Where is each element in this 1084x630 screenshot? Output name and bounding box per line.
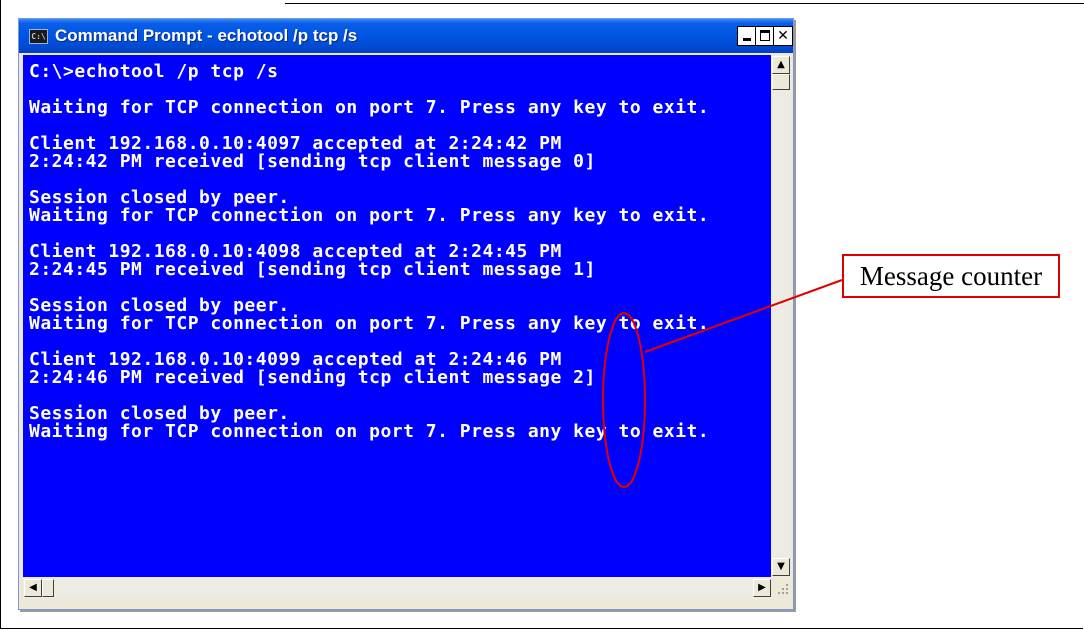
- annotation-overlay: [602, 279, 843, 488]
- message-counter-callout: Message counter: [842, 254, 1060, 298]
- callout-line: [644, 279, 843, 353]
- highlight-ellipse: [602, 312, 646, 488]
